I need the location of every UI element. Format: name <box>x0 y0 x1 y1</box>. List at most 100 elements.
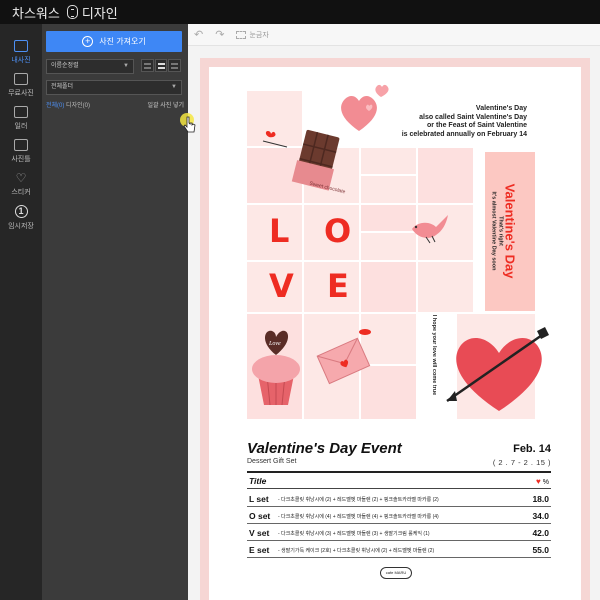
rail-item-my-photos[interactable]: 내사진 <box>0 36 42 70</box>
menu-row: E set - 생딸기가득 케이크 (2호) + 다크초콜릿 휘낭시에 (2) … <box>247 542 551 558</box>
tile <box>418 148 473 203</box>
rail-item-stickers[interactable]: ♡ 스티커 <box>0 168 42 202</box>
menu-row: V set - 다크초콜릿 휘낭시에 (3) + 레드벨벳 마들렌 (3) + … <box>247 525 551 541</box>
bulk-insert-button[interactable]: 일괄 사진 넣기 <box>148 100 184 109</box>
set-name: L set <box>249 494 269 504</box>
filter-row: 전체(0) 디자인(0) 일괄 사진 넣기 <box>46 100 184 110</box>
event-date: Feb. 14 <box>513 443 551 455</box>
side-subtitle: That's right It's almost Valentine Day s… <box>491 192 504 271</box>
cupcake-label: Love <box>268 341 281 347</box>
love-letter-e: E <box>327 267 349 305</box>
set-description: - 다크초콜릿 휘낭시에 (3) + 레드벨벳 마들렌 (3) + 생딸기크림 … <box>278 531 430 537</box>
divider <box>247 471 551 473</box>
set-name: E set <box>249 545 270 555</box>
free-photo-icon <box>14 73 28 85</box>
dove-illustration <box>412 215 448 244</box>
poster: Sweet chocolate Love Valentine's Day als… <box>209 67 581 600</box>
rail-label: 무료사진 <box>8 90 34 97</box>
photo-panel: + 사진 가져오기 이름순정렬 ▼ 전체폴더 ▼ 전체(0) 디자인(0) 일괄… <box>42 24 188 600</box>
illust-icon <box>14 106 28 118</box>
table-title: Title <box>249 476 267 486</box>
love-letter-o: O <box>324 212 352 250</box>
divider <box>247 488 551 489</box>
set-name: V set <box>249 528 270 538</box>
side-subtitle-line-1: That's right <box>497 216 504 246</box>
tile <box>418 262 473 312</box>
rail-item-illust[interactable]: 일러 <box>0 102 42 136</box>
heading-line-3: or the Feast of Saint Valentine <box>427 122 527 129</box>
set-price: 18.0 <box>532 494 549 504</box>
tile <box>361 176 416 203</box>
capsule-icon <box>66 5 78 19</box>
ruler-icon <box>236 30 247 39</box>
chevron-down-icon: ▼ <box>123 63 129 69</box>
poster-page[interactable]: Sweet chocolate Love Valentine's Day als… <box>200 58 590 600</box>
poster-heading: Valentine's Day also called Saint Valent… <box>387 105 527 139</box>
cafe-logo: cafe MARU <box>380 567 412 579</box>
set-price: 34.0 <box>532 511 549 521</box>
redo-icon[interactable]: ↷ <box>215 28 224 41</box>
ruler-label: 눈금자 <box>249 31 269 39</box>
import-photos-label: 사진 가져오기 <box>99 37 146 46</box>
list-view-button[interactable] <box>141 59 154 72</box>
app-title-part-1: 차스워스 <box>12 5 60 21</box>
tile <box>361 262 416 312</box>
folder-dropdown[interactable]: 전체폴더 ▼ <box>46 80 182 95</box>
chevron-down-icon: ▼ <box>171 84 177 90</box>
ruler-toggle[interactable]: 눈금자 <box>236 30 269 40</box>
table-pct-header: ♥% <box>536 477 549 486</box>
heading-line-2: also called Saint Valentine's Day <box>419 113 527 121</box>
love-letter-illustration <box>316 329 371 385</box>
set-description: - 다크초콜릿 휘낭시에 (2) + 레드벨벳 마들렌 (2) + 핑크솔트카라… <box>278 497 439 503</box>
rail-label: 스티커 <box>11 189 31 196</box>
import-photos-button[interactable]: + 사진 가져오기 <box>46 31 182 52</box>
side-title: Valentine's Day <box>502 183 518 279</box>
rail-item-free-photos[interactable]: 무료사진 <box>0 69 42 103</box>
heading-line-4: is celebrated annually on February 14 <box>401 130 527 138</box>
filter-all-tab[interactable]: 전체(0) <box>46 103 64 109</box>
filter-design-tab[interactable]: 디자인(0) <box>66 103 90 109</box>
hope-text: I hope your love will come true <box>431 314 437 396</box>
rail-label: 일러 <box>14 123 28 130</box>
large-grid-icon <box>171 62 179 69</box>
tile <box>361 148 416 174</box>
menu-row: L set - 다크초콜릿 휘낭시에 (2) + 레드벨벳 마들렌 (2) + … <box>247 491 551 507</box>
table-pct-label: % <box>542 479 549 486</box>
rail-label: 사진틀 <box>11 156 31 163</box>
heart-icon: ♥ <box>536 477 541 486</box>
side-subtitle-line-2: It's almost Valentine Day soon <box>491 191 497 271</box>
plus-icon: + <box>82 36 94 47</box>
hand-cursor-icon <box>180 113 196 133</box>
sort-value: 이름순정렬 <box>51 63 79 69</box>
tool-rail: 내사진 무료사진 일러 사진틀 ♡ 스티커 1 임시저장 <box>0 24 42 600</box>
rail-item-frames[interactable]: 사진틀 <box>0 135 42 169</box>
event-title: Valentine's Day Event <box>247 440 402 457</box>
set-description: - 생딸기가득 케이크 (2호) + 다크초콜릿 휘낭시에 (2) + 레드벨벳… <box>278 548 435 554</box>
event-range: ( 2 . 7 - 2 . 15 ) <box>492 458 551 467</box>
love-letter-v: V <box>269 267 294 305</box>
folder-value: 전체폴더 <box>51 84 74 90</box>
large-grid-view-button[interactable] <box>168 59 182 72</box>
undo-icon[interactable]: ↶ <box>194 28 203 41</box>
title-bar: 차스워스 디자인 <box>0 0 600 24</box>
canvas-area: ↶ ↷ 눈금자 Sweet chocolate Love Valentine's… <box>188 24 600 600</box>
app-window: 차스워스 디자인 내사진 무료사진 일러 사진틀 ♡ 스티커 1 임시저장 + … <box>0 0 600 600</box>
set-description: - 다크초콜릿 휘낭시에 (4) + 레드벨벳 마들렌 (4) + 핑크솔트카라… <box>278 514 439 520</box>
sort-dropdown[interactable]: 이름순정렬 ▼ <box>46 59 134 74</box>
heart-arrow-illustration <box>446 327 549 411</box>
temp-save-icon: 1 <box>14 205 28 218</box>
menu-row: O set - 다크초콜릿 휘낭시에 (4) + 레드벨벳 마들렌 (4) + … <box>247 508 551 524</box>
love-letter-l: L <box>269 212 290 250</box>
event-subtitle: Dessert Gift Set <box>247 458 297 465</box>
grid-view-icon <box>157 62 165 69</box>
set-price: 55.0 <box>532 545 549 555</box>
frame-icon <box>14 139 28 151</box>
rail-label: 내사진 <box>11 57 31 64</box>
heart-icon: ♡ <box>15 171 27 185</box>
set-price: 42.0 <box>532 528 549 538</box>
rail-item-temp-save[interactable]: 1 임시저장 <box>0 201 42 235</box>
grid-view-button[interactable] <box>154 59 168 72</box>
heading-line-1: Valentine's Day <box>475 105 527 112</box>
view-toggle <box>141 59 182 74</box>
rail-label: 임시저장 <box>8 223 34 230</box>
